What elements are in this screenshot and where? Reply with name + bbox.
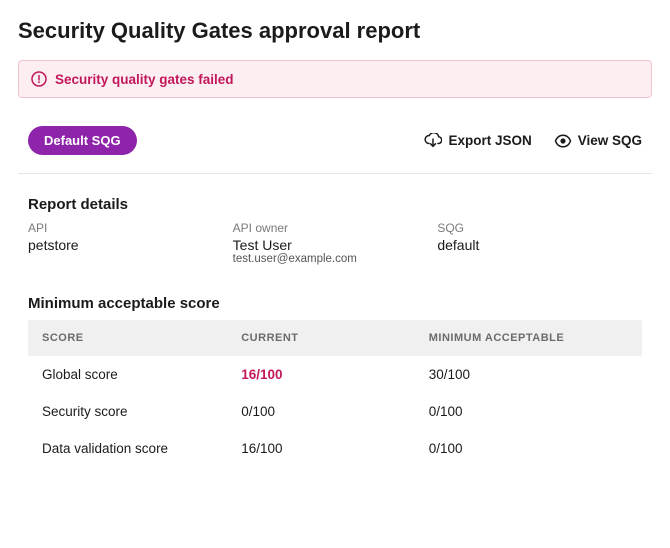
- sqg-pill[interactable]: Default SQG: [28, 126, 137, 155]
- toolbar-actions: Export JSON View SQG: [424, 133, 642, 148]
- col-header-current: CURRENT: [241, 332, 429, 344]
- alert-message: Security quality gates failed: [55, 72, 234, 87]
- alert-banner: Security quality gates failed: [18, 60, 652, 98]
- score-minimum: 30/100: [429, 367, 628, 382]
- detail-owner: API owner Test User test.user@example.co…: [233, 221, 438, 265]
- score-current: 0/100: [241, 404, 429, 419]
- api-label: API: [28, 221, 233, 235]
- owner-email: test.user@example.com: [233, 253, 438, 265]
- score-table-header: SCORE CURRENT MINIMUM ACCEPTABLE: [28, 320, 642, 356]
- score-label: Security score: [42, 404, 241, 419]
- api-value: petstore: [28, 237, 233, 253]
- export-json-button[interactable]: Export JSON: [424, 133, 531, 148]
- scores-heading: Minimum acceptable score: [28, 295, 652, 312]
- error-icon: [31, 71, 47, 87]
- score-table: SCORE CURRENT MINIMUM ACCEPTABLE Global …: [28, 320, 642, 467]
- eye-icon: [554, 134, 572, 148]
- toolbar: Default SQG Export JSON View SQG: [18, 126, 652, 174]
- score-current: 16/100: [241, 441, 429, 456]
- view-sqg-label: View SQG: [578, 133, 642, 148]
- col-header-minimum: MINIMUM ACCEPTABLE: [429, 332, 628, 344]
- table-row: Global score16/10030/100: [28, 356, 642, 393]
- owner-value: Test User: [233, 237, 438, 253]
- sqg-label: SQG: [437, 221, 642, 235]
- score-label: Global score: [42, 367, 241, 382]
- score-current: 16/100: [241, 367, 429, 382]
- page-title: Security Quality Gates approval report: [18, 18, 652, 44]
- score-minimum: 0/100: [429, 441, 628, 456]
- score-label: Data validation score: [42, 441, 241, 456]
- detail-api: API petstore: [28, 221, 233, 265]
- owner-label: API owner: [233, 221, 438, 235]
- view-sqg-button[interactable]: View SQG: [554, 133, 642, 148]
- table-row: Security score0/1000/100: [28, 393, 642, 430]
- col-header-score: SCORE: [42, 332, 241, 344]
- score-minimum: 0/100: [429, 404, 628, 419]
- report-details: API petstore API owner Test User test.us…: [18, 221, 652, 265]
- table-row: Data validation score16/1000/100: [28, 430, 642, 467]
- report-details-heading: Report details: [28, 196, 652, 213]
- cloud-download-icon: [424, 133, 442, 148]
- sqg-value: default: [437, 237, 642, 253]
- export-json-label: Export JSON: [448, 133, 531, 148]
- detail-sqg: SQG default: [437, 221, 642, 265]
